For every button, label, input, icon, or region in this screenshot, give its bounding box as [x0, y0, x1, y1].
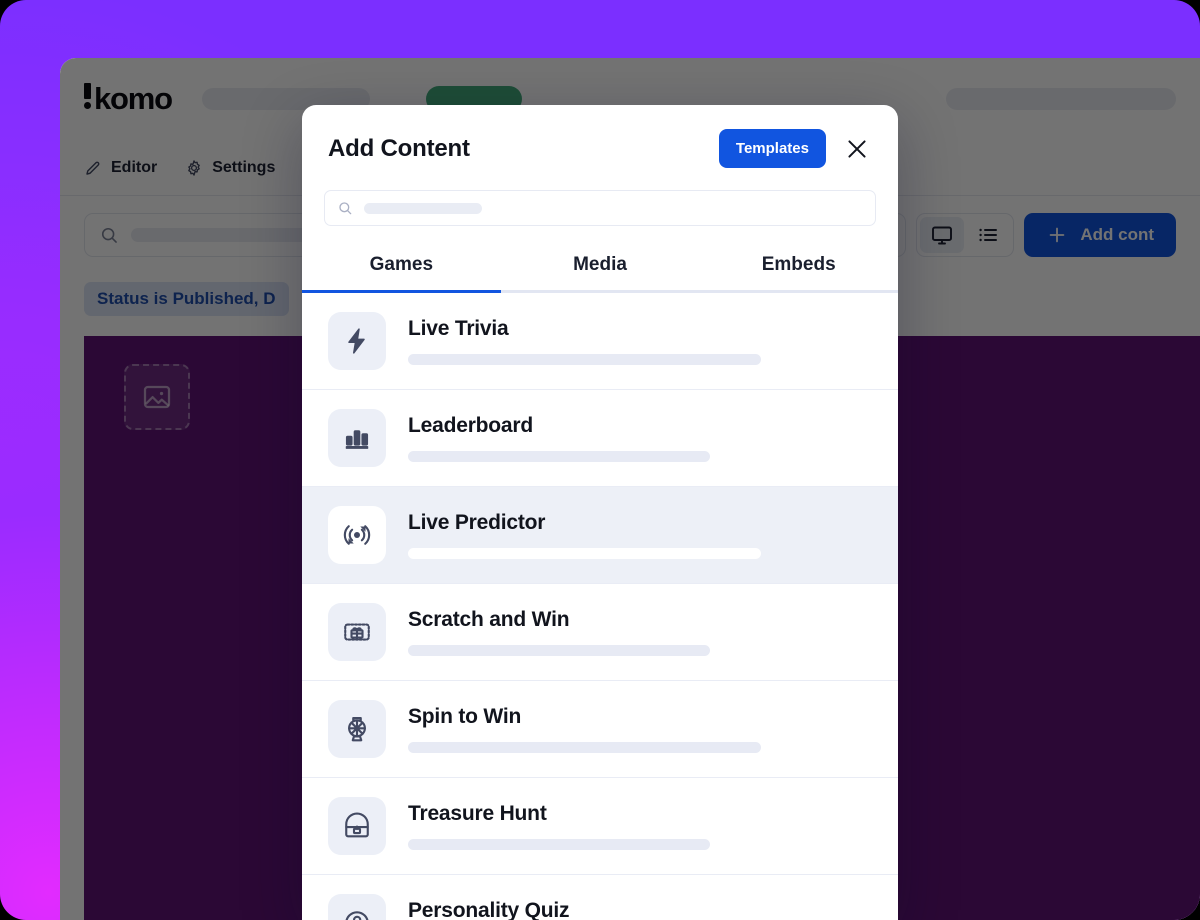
- list-item-icon: [328, 312, 386, 370]
- list-item[interactable]: Scratch and Win: [302, 584, 898, 681]
- modal-search-input[interactable]: [324, 190, 876, 226]
- close-icon: [848, 139, 866, 158]
- search-icon: [101, 227, 117, 243]
- spin-wheel-icon: [348, 716, 366, 742]
- list-item-icon: [328, 506, 386, 564]
- view-toggle-desktop[interactable]: [920, 217, 965, 253]
- nav-item-settings[interactable]: Settings: [185, 159, 275, 177]
- modal-tabs: Games Media Embeds: [302, 244, 898, 293]
- tab-embeds[interactable]: Embeds: [699, 244, 898, 290]
- list-item-title: Scratch and Win: [408, 608, 570, 631]
- list-item-title: Treasure Hunt: [408, 802, 547, 825]
- app-toolbar-actions: Add cont: [862, 213, 1176, 257]
- image-icon: [143, 385, 171, 409]
- list-item-description-skeleton: [408, 839, 710, 850]
- tab-media[interactable]: Media: [501, 244, 700, 290]
- gear-icon: [188, 159, 201, 176]
- list-item-body: Live Trivia: [408, 317, 872, 365]
- image-placeholder[interactable]: [124, 364, 190, 430]
- exclamation-mark-icon: [84, 83, 91, 109]
- list-item-body: Scratch and Win: [408, 608, 872, 656]
- templates-button[interactable]: Templates: [718, 129, 826, 168]
- list-item-body: Spin to Win: [408, 705, 872, 753]
- view-toggle-list[interactable]: [966, 217, 1010, 253]
- nav-item-editor[interactable]: Editor: [84, 159, 157, 177]
- list-item-description-skeleton: [408, 548, 761, 559]
- content-type-list[interactable]: Live Trivia Leaderboard Live Predictor S…: [302, 293, 898, 920]
- lightning-bolt-icon: [348, 328, 365, 354]
- modal-header-actions: Templates: [718, 129, 872, 168]
- broadcast-signal-icon: [343, 525, 371, 545]
- modal-search-skeleton: [364, 202, 482, 214]
- list-item-description-skeleton: [408, 645, 710, 656]
- plus-icon: [1050, 227, 1065, 243]
- list-item-icon: [328, 700, 386, 758]
- nav-item-settings-label: Settings: [212, 158, 276, 176]
- list-item[interactable]: Live Trivia: [302, 293, 898, 390]
- list-item[interactable]: Leaderboard: [302, 390, 898, 487]
- list-item-body: Leaderboard: [408, 414, 872, 462]
- list-item-icon: [328, 797, 386, 855]
- komo-logo[interactable]: komo: [84, 81, 173, 117]
- bar-chart-icon: [345, 430, 369, 449]
- gift-ticket-icon: [344, 623, 370, 641]
- modal-header: Add Content Templates: [302, 105, 898, 168]
- list-item[interactable]: Live Predictor: [302, 487, 898, 584]
- list-item-title: Spin to Win: [408, 705, 522, 728]
- list-item-icon: [328, 409, 386, 467]
- topbar-skeleton-actions: [946, 88, 1176, 110]
- nav-item-editor-label: Editor: [111, 158, 158, 176]
- close-modal-button[interactable]: [842, 134, 872, 164]
- list-item-title: Personality Quiz: [408, 899, 570, 920]
- list-item[interactable]: Treasure Hunt: [302, 778, 898, 875]
- list-item-title: Live Trivia: [408, 317, 509, 340]
- list-item-icon: [328, 603, 386, 661]
- add-content-button[interactable]: Add cont: [1024, 213, 1176, 257]
- list-item-description-skeleton: [408, 742, 761, 753]
- gradient-backdrop: komo Editor Settings Add cont Status is …: [0, 0, 1200, 920]
- komo-logo-text: komo: [94, 81, 173, 116]
- view-toggle-group: [916, 213, 1015, 257]
- status-filter-chip[interactable]: Status is Published, D: [84, 282, 289, 316]
- add-content-button-label: Add cont: [1080, 225, 1154, 244]
- add-content-modal: Add Content Templates Games Media Embeds: [302, 105, 898, 920]
- list-item-description-skeleton: [408, 354, 761, 365]
- list-item-title: Live Predictor: [408, 511, 546, 534]
- list-item-title: Leaderboard: [408, 414, 533, 437]
- list-icon: [979, 228, 998, 242]
- quiz-circle-icon: [345, 911, 369, 920]
- list-item-icon: [328, 894, 386, 920]
- pencil-icon: [86, 161, 100, 175]
- list-item-body: Live Predictor: [408, 511, 872, 559]
- list-item[interactable]: Personality Quiz: [302, 875, 898, 920]
- modal-title: Add Content: [328, 134, 470, 162]
- monitor-icon: [932, 226, 953, 245]
- treasure-chest-icon: [345, 812, 369, 838]
- list-item[interactable]: Spin to Win: [302, 681, 898, 778]
- list-item-body: Treasure Hunt: [408, 802, 872, 850]
- list-item-body: Personality Quiz: [408, 899, 872, 920]
- tab-games[interactable]: Games: [302, 244, 501, 290]
- list-item-description-skeleton: [408, 451, 710, 462]
- search-icon: [339, 202, 352, 215]
